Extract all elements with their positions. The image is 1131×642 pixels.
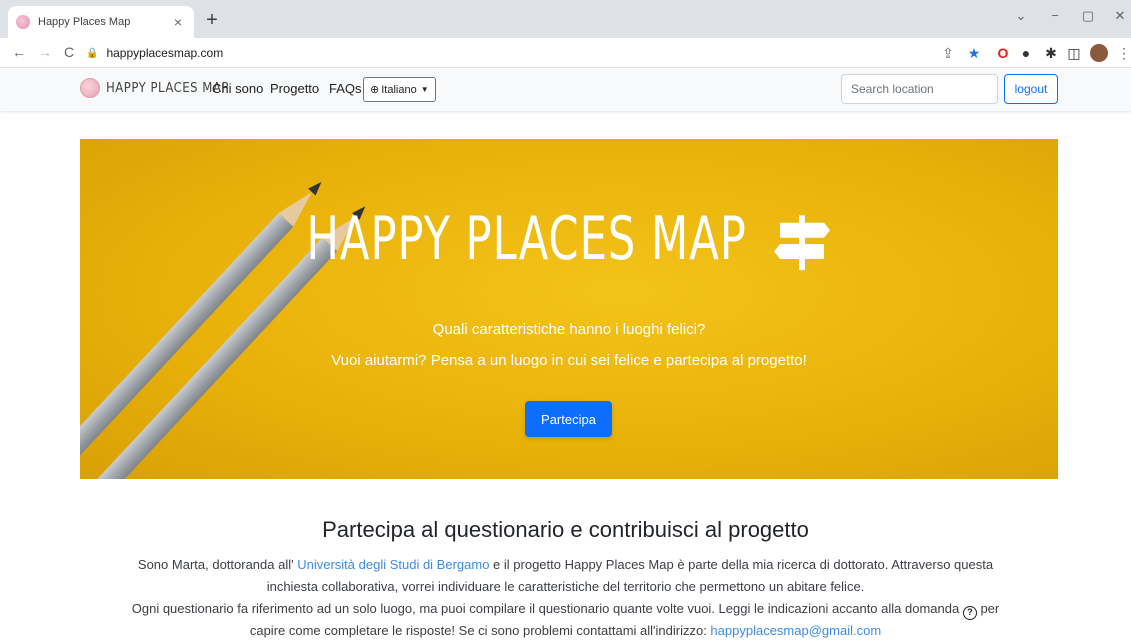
globe-icon: ⊕ <box>370 84 380 96</box>
intro-text-a: Sono Marta, dottoranda all' <box>137 557 298 572</box>
university-link[interactable]: Università degli Studi di Bergamo <box>297 557 489 572</box>
browser-tab-bar: Happy Places Map × + ⌄ − ▢ ✕ <box>0 0 1131 38</box>
tab-title: Happy Places Map <box>38 16 131 28</box>
bookmark-star-icon[interactable]: ★ <box>966 45 982 61</box>
instructions-text-a: Ogni questionario fa riferimento ad un s… <box>131 601 963 616</box>
puzzle-extensions-icon[interactable]: ✱ <box>1043 45 1059 61</box>
intro-text-b: e il progetto Happy Places Map è parte d… <box>489 557 994 572</box>
language-label: Italiano <box>381 83 417 96</box>
extension-icon[interactable]: ● <box>1018 45 1034 61</box>
nav-link-faqs[interactable]: FAQs <box>329 81 362 96</box>
email-link[interactable]: happyplacesmap@gmail.com <box>710 623 881 638</box>
favicon-icon <box>16 15 30 29</box>
back-button[interactable]: ← <box>10 44 28 60</box>
hero-subtitle: Vuoi aiutarmi? Pensa a un luogo in cui s… <box>331 352 807 369</box>
section-title: Partecipa al questionario e contribuisci… <box>322 517 809 542</box>
opera-extension-icon[interactable]: O <box>995 45 1011 61</box>
url-text: happyplacesmap.com <box>106 46 224 60</box>
hero-title-text: HAPPY PLACES MAP <box>306 204 747 274</box>
tab-close-icon[interactable]: × <box>170 14 186 30</box>
reload-button[interactable]: C <box>60 44 78 60</box>
caret-down-icon: ▼ <box>420 85 429 94</box>
signpost-icon <box>773 215 830 271</box>
language-dropdown[interactable]: ⊕ Italiano ▼ <box>363 77 436 102</box>
hero-banner: HAPPY PLACES MAP Quali caratteristiche h… <box>80 139 1058 479</box>
restore-button[interactable]: ▢ <box>1078 8 1098 24</box>
nav-link-chi-sono[interactable]: Chi sono <box>212 81 263 96</box>
hero-title: HAPPY PLACES MAP <box>80 204 1058 274</box>
tab-search-icon[interactable]: ⌄ <box>1011 8 1031 24</box>
instructions-text-b: per <box>976 601 1000 616</box>
brand-logo-icon <box>80 78 100 98</box>
site-navbar: HAPPY PLACES MAP Chi sono Progetto FAQs … <box>0 68 1131 111</box>
brand-logo-link[interactable]: HAPPY PLACES MAP <box>80 78 229 98</box>
side-panel-icon[interactable]: ◫ <box>1066 45 1082 61</box>
close-window-button[interactable]: ✕ <box>1110 8 1130 24</box>
logout-button[interactable]: logout <box>1004 74 1058 104</box>
new-tab-button[interactable]: + <box>202 8 222 32</box>
share-icon[interactable]: ⇪ <box>940 45 956 61</box>
instructions-paragraph: Ogni questionario fa riferimento ad un s… <box>60 598 1071 642</box>
menu-kebab-icon[interactable]: ⋮ <box>1116 45 1131 61</box>
url-field[interactable]: 🔒 happyplacesmap.com <box>86 42 946 64</box>
intro-paragraph: Sono Marta, dottoranda all' Università d… <box>60 554 1071 598</box>
instructions-text-c: capire come completare le risposte! Se c… <box>249 623 711 638</box>
nav-link-progetto[interactable]: Progetto <box>270 81 319 96</box>
question-help-icon: ? <box>962 606 977 620</box>
intro-text-c: inchiesta collaborativa, vorrei individu… <box>266 579 865 594</box>
hero-question: Quali caratteristiche hanno i luoghi fel… <box>432 321 706 338</box>
address-bar-row: ← → C 🔒 happyplacesmap.com ⇪ ★ O ● ✱ ◫ ⋮ <box>0 38 1131 68</box>
brand-name: HAPPY PLACES MAP <box>106 80 229 96</box>
profile-avatar[interactable] <box>1090 44 1108 62</box>
partecipa-button[interactable]: Partecipa <box>525 401 612 437</box>
forward-button[interactable]: → <box>36 44 54 60</box>
browser-tab[interactable]: Happy Places Map × <box>8 6 194 38</box>
minimize-button[interactable]: − <box>1045 8 1065 23</box>
lock-icon: 🔒 <box>86 47 99 59</box>
search-location-input[interactable] <box>841 74 998 104</box>
